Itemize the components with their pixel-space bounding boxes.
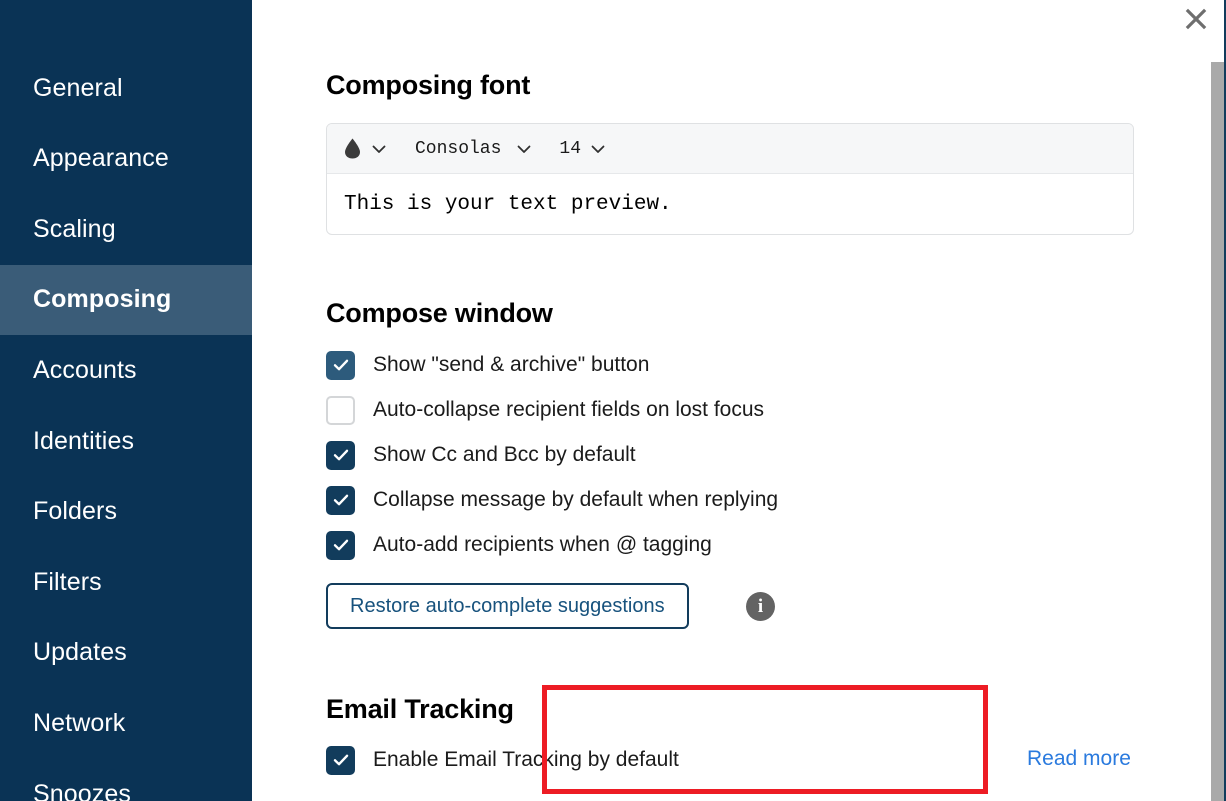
sidebar-item-label: Identities — [33, 426, 135, 455]
sidebar-item-accounts[interactable]: Accounts — [0, 335, 252, 405]
settings-window: General Appearance Scaling Composing Account… — [0, 0, 1226, 801]
close-icon[interactable] — [1180, 3, 1212, 35]
checkbox-label: Enable Email Tracking by default — [373, 748, 679, 771]
email-tracking-heading: Email Tracking — [326, 694, 514, 724]
font-preview-text[interactable]: This is your text preview. — [327, 174, 1133, 234]
chevron-down-icon — [589, 140, 607, 158]
checkbox-label: Auto-collapse recipient fields on lost f… — [373, 398, 765, 421]
sidebar-item-label: Updates — [33, 638, 127, 667]
sidebar-item-identities[interactable]: Identities — [0, 406, 252, 476]
sidebar-item-composing[interactable]: Composing — [0, 264, 252, 335]
checkbox-row-collapse-message[interactable]: Collapse message by default when replyin… — [326, 485, 778, 515]
restore-autocomplete-button[interactable]: Restore auto-complete suggestions — [326, 583, 689, 629]
checkbox-label: Collapse message by default when replyin… — [373, 488, 779, 511]
sidebar-item-filters[interactable]: Filters — [0, 547, 252, 617]
sidebar-item-general[interactable]: General — [0, 53, 252, 123]
checkbox-enable-email-tracking[interactable] — [326, 745, 355, 775]
sidebar-item-updates[interactable]: Updates — [0, 618, 252, 688]
checkbox-row-send-archive[interactable]: Show "send & archive" button — [326, 350, 649, 380]
font-color-picker[interactable] — [344, 124, 388, 173]
checkbox-show-cc-bcc[interactable] — [326, 440, 355, 470]
font-size-dropdown[interactable]: 14 — [533, 124, 607, 173]
sidebar-item-label: Network — [33, 708, 126, 737]
sidebar-item-label: General — [33, 73, 123, 102]
sidebar-item-label: Snoozes — [33, 779, 131, 801]
checkbox-row-show-cc-bcc[interactable]: Show Cc and Bcc by default — [326, 440, 636, 470]
sidebar-item-appearance[interactable]: Appearance — [0, 124, 252, 194]
font-preview-box: Consolas 14 This is your text preview. — [326, 123, 1134, 235]
sidebar-item-label: Accounts — [33, 355, 137, 384]
font-family-dropdown[interactable]: Consolas — [388, 124, 533, 173]
font-family-value: Consolas — [415, 138, 502, 159]
sidebar-item-label: Composing — [33, 285, 172, 314]
font-size-value: 14 — [559, 138, 582, 159]
sidebar-item-network[interactable]: Network — [0, 688, 252, 758]
composing-font-heading: Composing font — [326, 70, 531, 100]
sidebar-item-label: Filters — [33, 567, 102, 596]
font-toolbar: Consolas 14 — [327, 124, 1133, 174]
checkbox-label: Show Cc and Bcc by default — [373, 443, 636, 466]
sidebar-item-scaling[interactable]: Scaling — [0, 194, 252, 264]
checkbox-row-enable-email-tracking[interactable]: Enable Email Tracking by default — [326, 745, 679, 775]
scrollbar-thumb[interactable] — [1211, 62, 1224, 801]
chevron-down-icon — [370, 140, 388, 158]
read-more-link[interactable]: Read more — [1027, 747, 1131, 771]
color-droplet-icon — [344, 138, 361, 159]
checkbox-auto-collapse[interactable] — [326, 395, 355, 425]
checkbox-label: Show "send & archive" button — [373, 353, 650, 376]
checkbox-send-archive[interactable] — [326, 350, 355, 380]
checkbox-auto-add-recipients[interactable] — [326, 530, 355, 560]
sidebar-item-snoozes[interactable]: Snoozes — [0, 759, 252, 801]
annotation-highlight-box — [542, 685, 988, 794]
sidebar-item-label: Appearance — [33, 144, 169, 173]
info-icon[interactable]: i — [746, 592, 775, 621]
checkbox-collapse-message[interactable] — [326, 485, 355, 515]
chevron-down-icon — [515, 140, 533, 158]
settings-content-panel: Composing font Consolas 14 This is your … — [252, 0, 1226, 801]
settings-sidebar: General Appearance Scaling Composing Account… — [0, 0, 252, 801]
checkbox-label: Auto-add recipients when @ tagging — [373, 533, 712, 556]
checkbox-row-auto-add-recipients[interactable]: Auto-add recipients when @ tagging — [326, 530, 712, 560]
checkbox-row-auto-collapse[interactable]: Auto-collapse recipient fields on lost f… — [326, 395, 764, 425]
sidebar-item-folders[interactable]: Folders — [0, 477, 252, 547]
sidebar-item-label: Scaling — [33, 214, 116, 243]
compose-window-heading: Compose window — [326, 298, 553, 328]
sidebar-item-label: Folders — [33, 497, 118, 526]
